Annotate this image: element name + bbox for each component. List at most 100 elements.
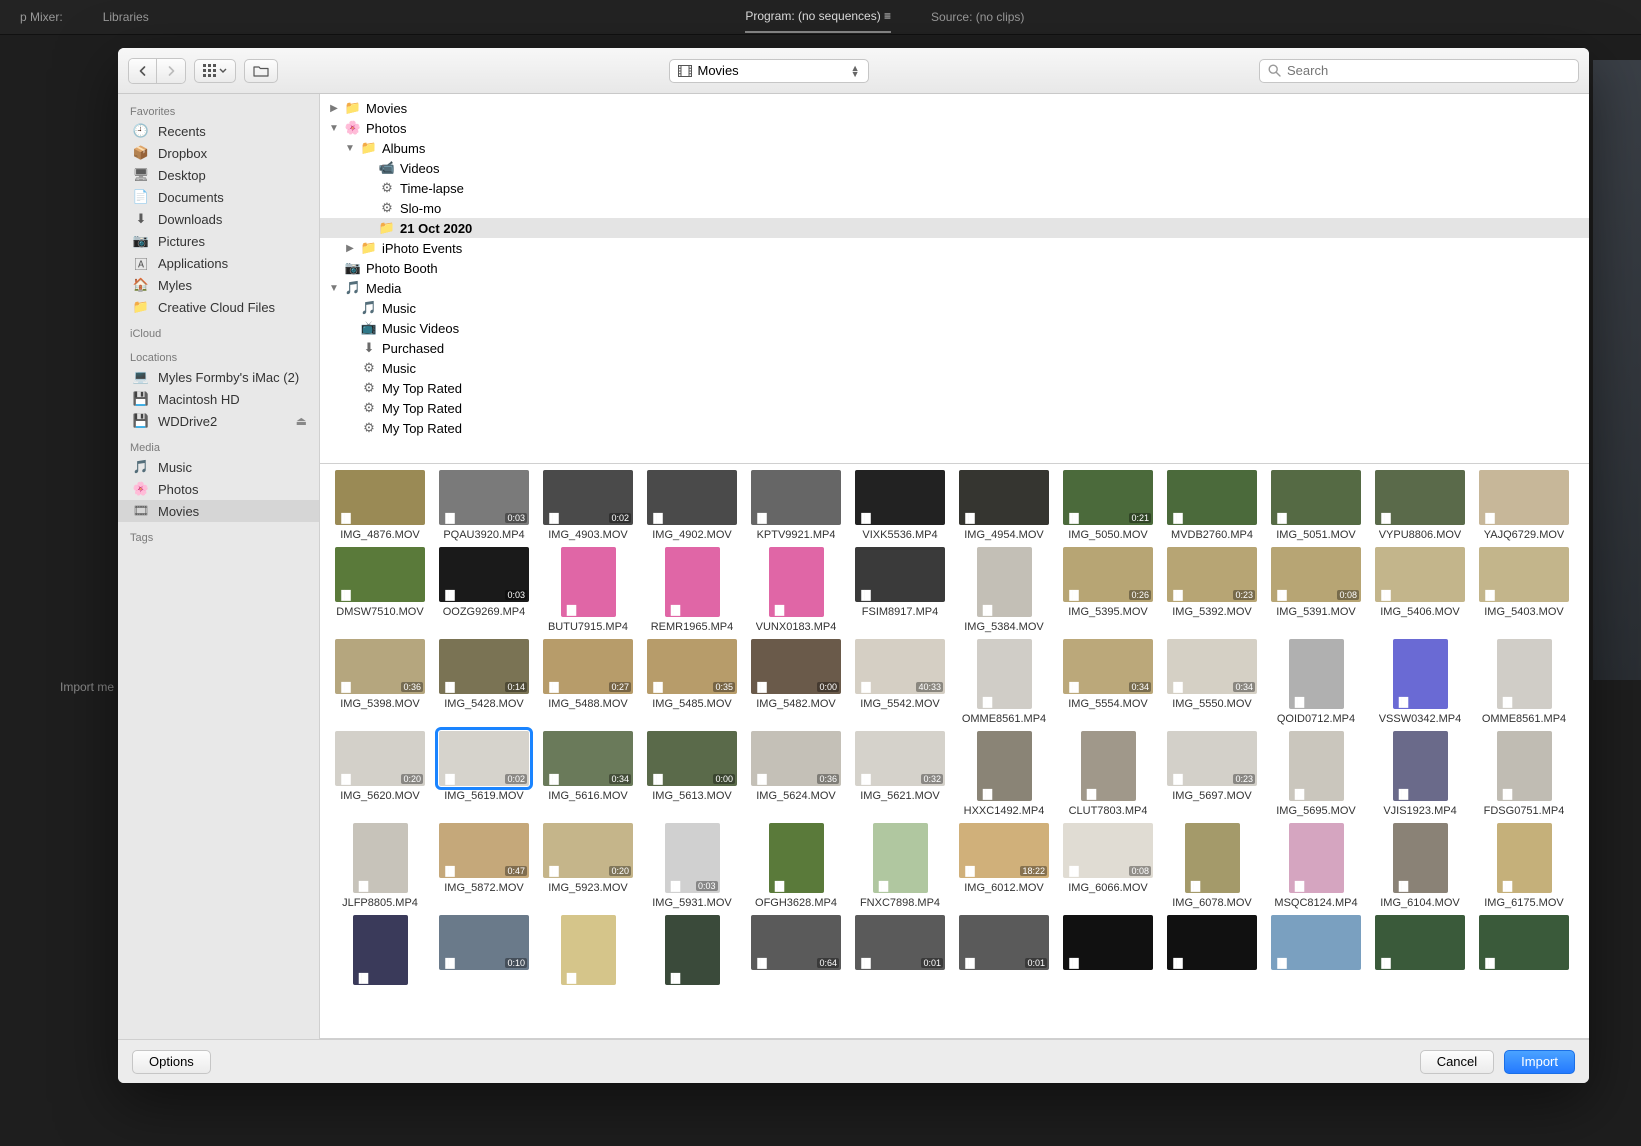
file-thumbnail[interactable]: ▐█ bbox=[959, 470, 1049, 525]
file-thumbnail[interactable]: ▐█ bbox=[855, 470, 945, 525]
options-button[interactable]: Options bbox=[132, 1050, 211, 1074]
tree-node[interactable]: ▼📁Albums bbox=[320, 138, 1589, 158]
file-cell[interactable]: ▐█0:34IMG_5616.MOV bbox=[538, 731, 638, 817]
file-cell[interactable]: ▐█IMG_5403.MOV bbox=[1474, 547, 1574, 633]
file-thumbnail[interactable]: ▐█ bbox=[561, 547, 616, 617]
file-cell[interactable]: ▐█0:47IMG_5872.MOV bbox=[434, 823, 534, 909]
file-thumbnail[interactable]: ▐█0:20 bbox=[543, 823, 633, 878]
file-thumbnail[interactable]: ▐█ bbox=[561, 915, 616, 985]
file-thumbnail[interactable]: ▐█ bbox=[1271, 915, 1361, 970]
file-thumbnail[interactable]: ▐█0:10 bbox=[439, 915, 529, 970]
file-cell[interactable]: ▐█0:23IMG_5392.MOV bbox=[1162, 547, 1262, 633]
sidebar-item[interactable]: 🕘Recents bbox=[118, 120, 319, 142]
sidebar-item[interactable]: 📁Creative Cloud Files bbox=[118, 296, 319, 318]
sidebar-item[interactable]: 📷Pictures bbox=[118, 230, 319, 252]
file-thumbnail[interactable]: ▐█0:03 bbox=[439, 470, 529, 525]
tree-node[interactable]: 🎵Music bbox=[320, 298, 1589, 318]
file-thumbnail[interactable]: ▐█0:00 bbox=[647, 731, 737, 786]
file-cell[interactable]: ▐█0:00IMG_5613.MOV bbox=[642, 731, 742, 817]
file-cell[interactable]: ▐█0:20IMG_5620.MOV bbox=[330, 731, 430, 817]
file-thumbnail[interactable]: ▐█ bbox=[1167, 915, 1257, 970]
file-cell[interactable]: ▐█VJIS1923.MP4 bbox=[1370, 731, 1470, 817]
file-cell[interactable]: ▐█ bbox=[538, 915, 638, 989]
file-cell[interactable]: ▐█OFGH3628.MP4 bbox=[746, 823, 846, 909]
search-field[interactable] bbox=[1259, 59, 1579, 83]
file-cell[interactable]: ▐█40:33IMG_5542.MOV bbox=[850, 639, 950, 725]
file-thumbnail[interactable]: ▐█0:36 bbox=[335, 639, 425, 694]
sidebar-item[interactable]: 🌸Photos bbox=[118, 478, 319, 500]
file-thumbnail[interactable]: ▐█0:26 bbox=[1063, 547, 1153, 602]
sidebar-item[interactable]: 🄰Applications bbox=[118, 252, 319, 274]
tree-node[interactable]: ⚙Time-lapse bbox=[320, 178, 1589, 198]
file-cell[interactable]: ▐█OMME8561.MP4 bbox=[954, 639, 1054, 725]
file-cell[interactable]: ▐█KPTV9921.MP4 bbox=[746, 470, 846, 541]
file-cell[interactable]: ▐█0:14IMG_5428.MOV bbox=[434, 639, 534, 725]
sidebar-item[interactable]: 💾Macintosh HD bbox=[118, 388, 319, 410]
group-button[interactable] bbox=[244, 59, 278, 83]
file-cell[interactable]: ▐█0:35IMG_5485.MOV bbox=[642, 639, 742, 725]
file-thumbnail[interactable]: ▐█ bbox=[1375, 547, 1465, 602]
sidebar-item[interactable]: 🎵Music bbox=[118, 456, 319, 478]
tree-node[interactable]: ⚙My Top Rated bbox=[320, 398, 1589, 418]
forward-button[interactable] bbox=[157, 59, 185, 83]
file-thumbnail[interactable]: ▐█0:00 bbox=[751, 639, 841, 694]
disclosure-triangle-icon[interactable]: ▼ bbox=[328, 123, 340, 134]
file-cell[interactable]: ▐█ bbox=[1474, 915, 1574, 989]
file-cell[interactable]: ▐█0:20IMG_5923.MOV bbox=[538, 823, 638, 909]
path-selector[interactable]: Movies ▲▼ bbox=[669, 59, 869, 83]
file-cell[interactable]: ▐█YAJQ6729.MOV bbox=[1474, 470, 1574, 541]
file-thumbnail[interactable]: ▐█0:35 bbox=[647, 639, 737, 694]
tree-node[interactable]: ▼🎵Media bbox=[320, 278, 1589, 298]
file-thumbnail[interactable]: ▐█0:02 bbox=[439, 731, 529, 786]
file-cell[interactable]: ▐█BUTU7915.MP4 bbox=[538, 547, 638, 633]
file-cell[interactable]: ▐█ bbox=[330, 915, 430, 989]
sidebar-item[interactable]: ⬇Downloads bbox=[118, 208, 319, 230]
file-cell[interactable]: ▐█0:34IMG_5554.MOV bbox=[1058, 639, 1158, 725]
tree-node[interactable]: ▶📁iPhoto Events bbox=[320, 238, 1589, 258]
file-cell[interactable]: ▐█0:21IMG_5050.MOV bbox=[1058, 470, 1158, 541]
file-cell[interactable]: ▐█FNXC7898.MP4 bbox=[850, 823, 950, 909]
file-thumbnail[interactable]: ▐█ bbox=[977, 731, 1032, 801]
file-thumbnail[interactable]: ▐█0:01 bbox=[855, 915, 945, 970]
file-thumbnail[interactable]: ▐█0:08 bbox=[1063, 823, 1153, 878]
sidebar-item[interactable]: 📦Dropbox bbox=[118, 142, 319, 164]
disclosure-triangle-icon[interactable]: ▶ bbox=[328, 103, 340, 114]
sidebar-item[interactable]: 💻Myles Formby's iMac (2) bbox=[118, 366, 319, 388]
file-cell[interactable]: ▐█0:64 bbox=[746, 915, 846, 989]
file-thumbnail[interactable]: ▐█ bbox=[1271, 470, 1361, 525]
file-cell[interactable]: ▐█ bbox=[1266, 915, 1366, 989]
sidebar-item[interactable]: 🏠Myles bbox=[118, 274, 319, 296]
file-thumbnail[interactable]: ▐█ bbox=[1289, 823, 1344, 893]
file-thumbnail[interactable]: ▐█ bbox=[751, 470, 841, 525]
file-thumbnail[interactable]: ▐█ bbox=[1497, 823, 1552, 893]
disclosure-triangle-icon[interactable]: ▼ bbox=[344, 143, 356, 154]
file-thumbnail[interactable]: ▐█ bbox=[647, 470, 737, 525]
file-cell[interactable]: ▐█DMSW7510.MOV bbox=[330, 547, 430, 633]
file-cell[interactable]: ▐█MSQC8124.MP4 bbox=[1266, 823, 1366, 909]
file-cell[interactable]: ▐█0:03IMG_5931.MOV bbox=[642, 823, 742, 909]
tree-node[interactable]: ▶📁Movies bbox=[320, 98, 1589, 118]
file-thumbnail[interactable]: ▐█0:23 bbox=[1167, 547, 1257, 602]
file-cell[interactable]: ▐█0:02IMG_5619.MOV bbox=[434, 731, 534, 817]
file-cell[interactable]: ▐█JLFP8805.MP4 bbox=[330, 823, 430, 909]
file-cell[interactable]: ▐█0:02IMG_4903.MOV bbox=[538, 470, 638, 541]
tree-node[interactable]: ⬇Purchased bbox=[320, 338, 1589, 358]
file-thumbnail[interactable]: ▐█0:34 bbox=[543, 731, 633, 786]
file-thumbnail[interactable]: ▐█0:34 bbox=[1063, 639, 1153, 694]
file-thumbnail[interactable]: ▐█ bbox=[665, 915, 720, 985]
source-tree[interactable]: ▶📁Movies▼🌸Photos▼📁Albums📹Videos⚙Time-lap… bbox=[320, 94, 1589, 464]
file-thumbnail[interactable]: ▐█40:33 bbox=[855, 639, 945, 694]
sidebar-item[interactable]: 📄Documents bbox=[118, 186, 319, 208]
eject-icon[interactable]: ⏏ bbox=[296, 414, 307, 428]
tree-node[interactable]: 📷Photo Booth bbox=[320, 258, 1589, 278]
file-thumbnail[interactable]: ▐█ bbox=[1289, 639, 1344, 709]
file-cell[interactable]: ▐█IMG_6104.MOV bbox=[1370, 823, 1470, 909]
file-thumbnail[interactable]: ▐█ bbox=[665, 547, 720, 617]
file-thumbnail[interactable]: ▐█ bbox=[1393, 731, 1448, 801]
file-cell[interactable]: ▐█VYPU8806.MOV bbox=[1370, 470, 1470, 541]
file-thumbnail[interactable]: ▐█ bbox=[1393, 639, 1448, 709]
file-thumbnail[interactable]: ▐█ bbox=[769, 547, 824, 617]
file-cell[interactable]: ▐█ bbox=[1058, 915, 1158, 989]
file-thumbnail[interactable]: ▐█0:14 bbox=[439, 639, 529, 694]
file-cell[interactable]: ▐█VSSW0342.MP4 bbox=[1370, 639, 1470, 725]
